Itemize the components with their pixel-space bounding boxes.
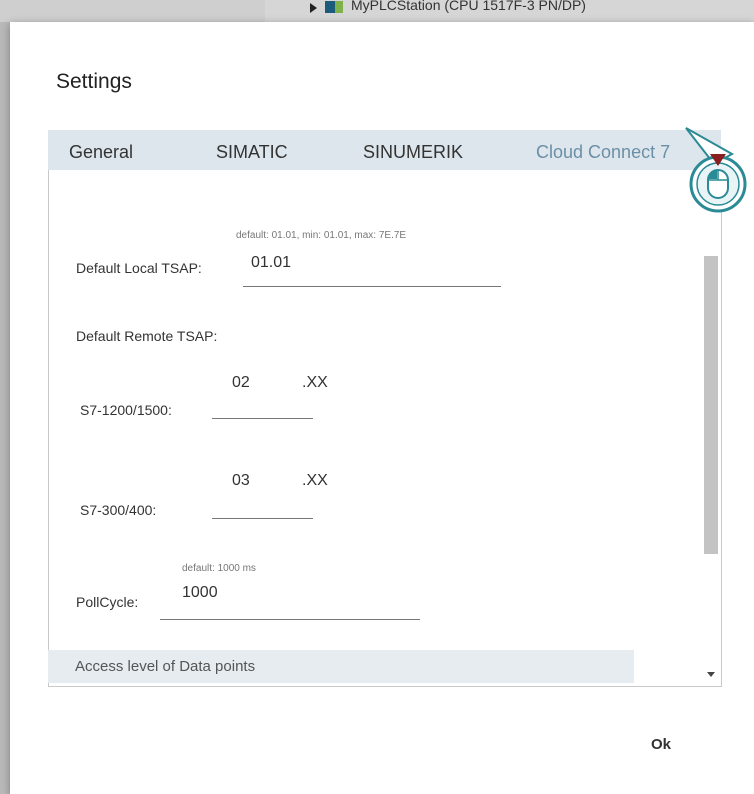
s7-1200-1500-input[interactable]: 02: [232, 374, 250, 392]
local-tsap-input[interactable]: 01.01: [251, 254, 291, 272]
background-panel: [0, 0, 265, 22]
tab-general[interactable]: General: [69, 142, 133, 163]
station-label: MyPLCStation (CPU 1517F-3 PN/DP): [351, 0, 586, 13]
background-app-strip: MyPLCStation (CPU 1517F-3 PN/DP): [0, 0, 754, 22]
settings-panel: [48, 170, 722, 687]
plc-station-icon: [325, 1, 343, 13]
scrollbar-thumb[interactable]: [704, 256, 718, 554]
local-tsap-hint: default: 01.01, min: 01.01, max: 7E.7E: [236, 230, 407, 241]
poll-cycle-input[interactable]: 1000: [182, 584, 218, 602]
tab-sinumerik[interactable]: SINUMERIK: [363, 142, 463, 163]
local-tsap-label: Default Local TSAP:: [76, 260, 202, 276]
local-tsap-underline: [243, 286, 501, 287]
access-level-section[interactable]: Access level of Data points: [48, 650, 634, 683]
s7-300-400-underline: [212, 518, 313, 519]
access-level-label: Access level of Data points: [75, 658, 256, 675]
poll-cycle-hint: default: 1000 ms: [182, 563, 256, 574]
poll-cycle-underline: [160, 619, 420, 620]
s7-1200-1500-label: S7-1200/1500:: [80, 402, 172, 418]
dialog-title: Settings: [56, 70, 132, 93]
ok-button[interactable]: Ok: [651, 736, 671, 753]
s7-1200-1500-underline: [212, 418, 313, 419]
s7-300-400-suffix: .XX: [302, 472, 328, 489]
tab-bar: General SIMATIC SINUMERIK Cloud Connect …: [48, 130, 721, 170]
background-tree-row: MyPLCStation (CPU 1517F-3 PN/DP): [310, 0, 586, 22]
mouse-click-cursor-icon: [685, 127, 747, 213]
remote-tsap-label: Default Remote TSAP:: [76, 328, 218, 344]
poll-cycle-label: PollCycle:: [76, 594, 139, 610]
tab-cloud-connect-7[interactable]: Cloud Connect 7: [536, 142, 670, 163]
s7-300-400-input[interactable]: 03: [232, 472, 250, 490]
expand-arrow-icon: [310, 3, 317, 13]
settings-dialog: Settings General SIMATIC SINUMERIK Cloud…: [10, 22, 754, 794]
scroll-down-arrow-icon[interactable]: [707, 672, 715, 677]
s7-1200-1500-suffix: .XX: [302, 374, 328, 391]
panel-scrollbar[interactable]: [702, 200, 720, 686]
tab-simatic[interactable]: SIMATIC: [216, 142, 288, 163]
s7-300-400-label: S7-300/400:: [80, 502, 157, 518]
